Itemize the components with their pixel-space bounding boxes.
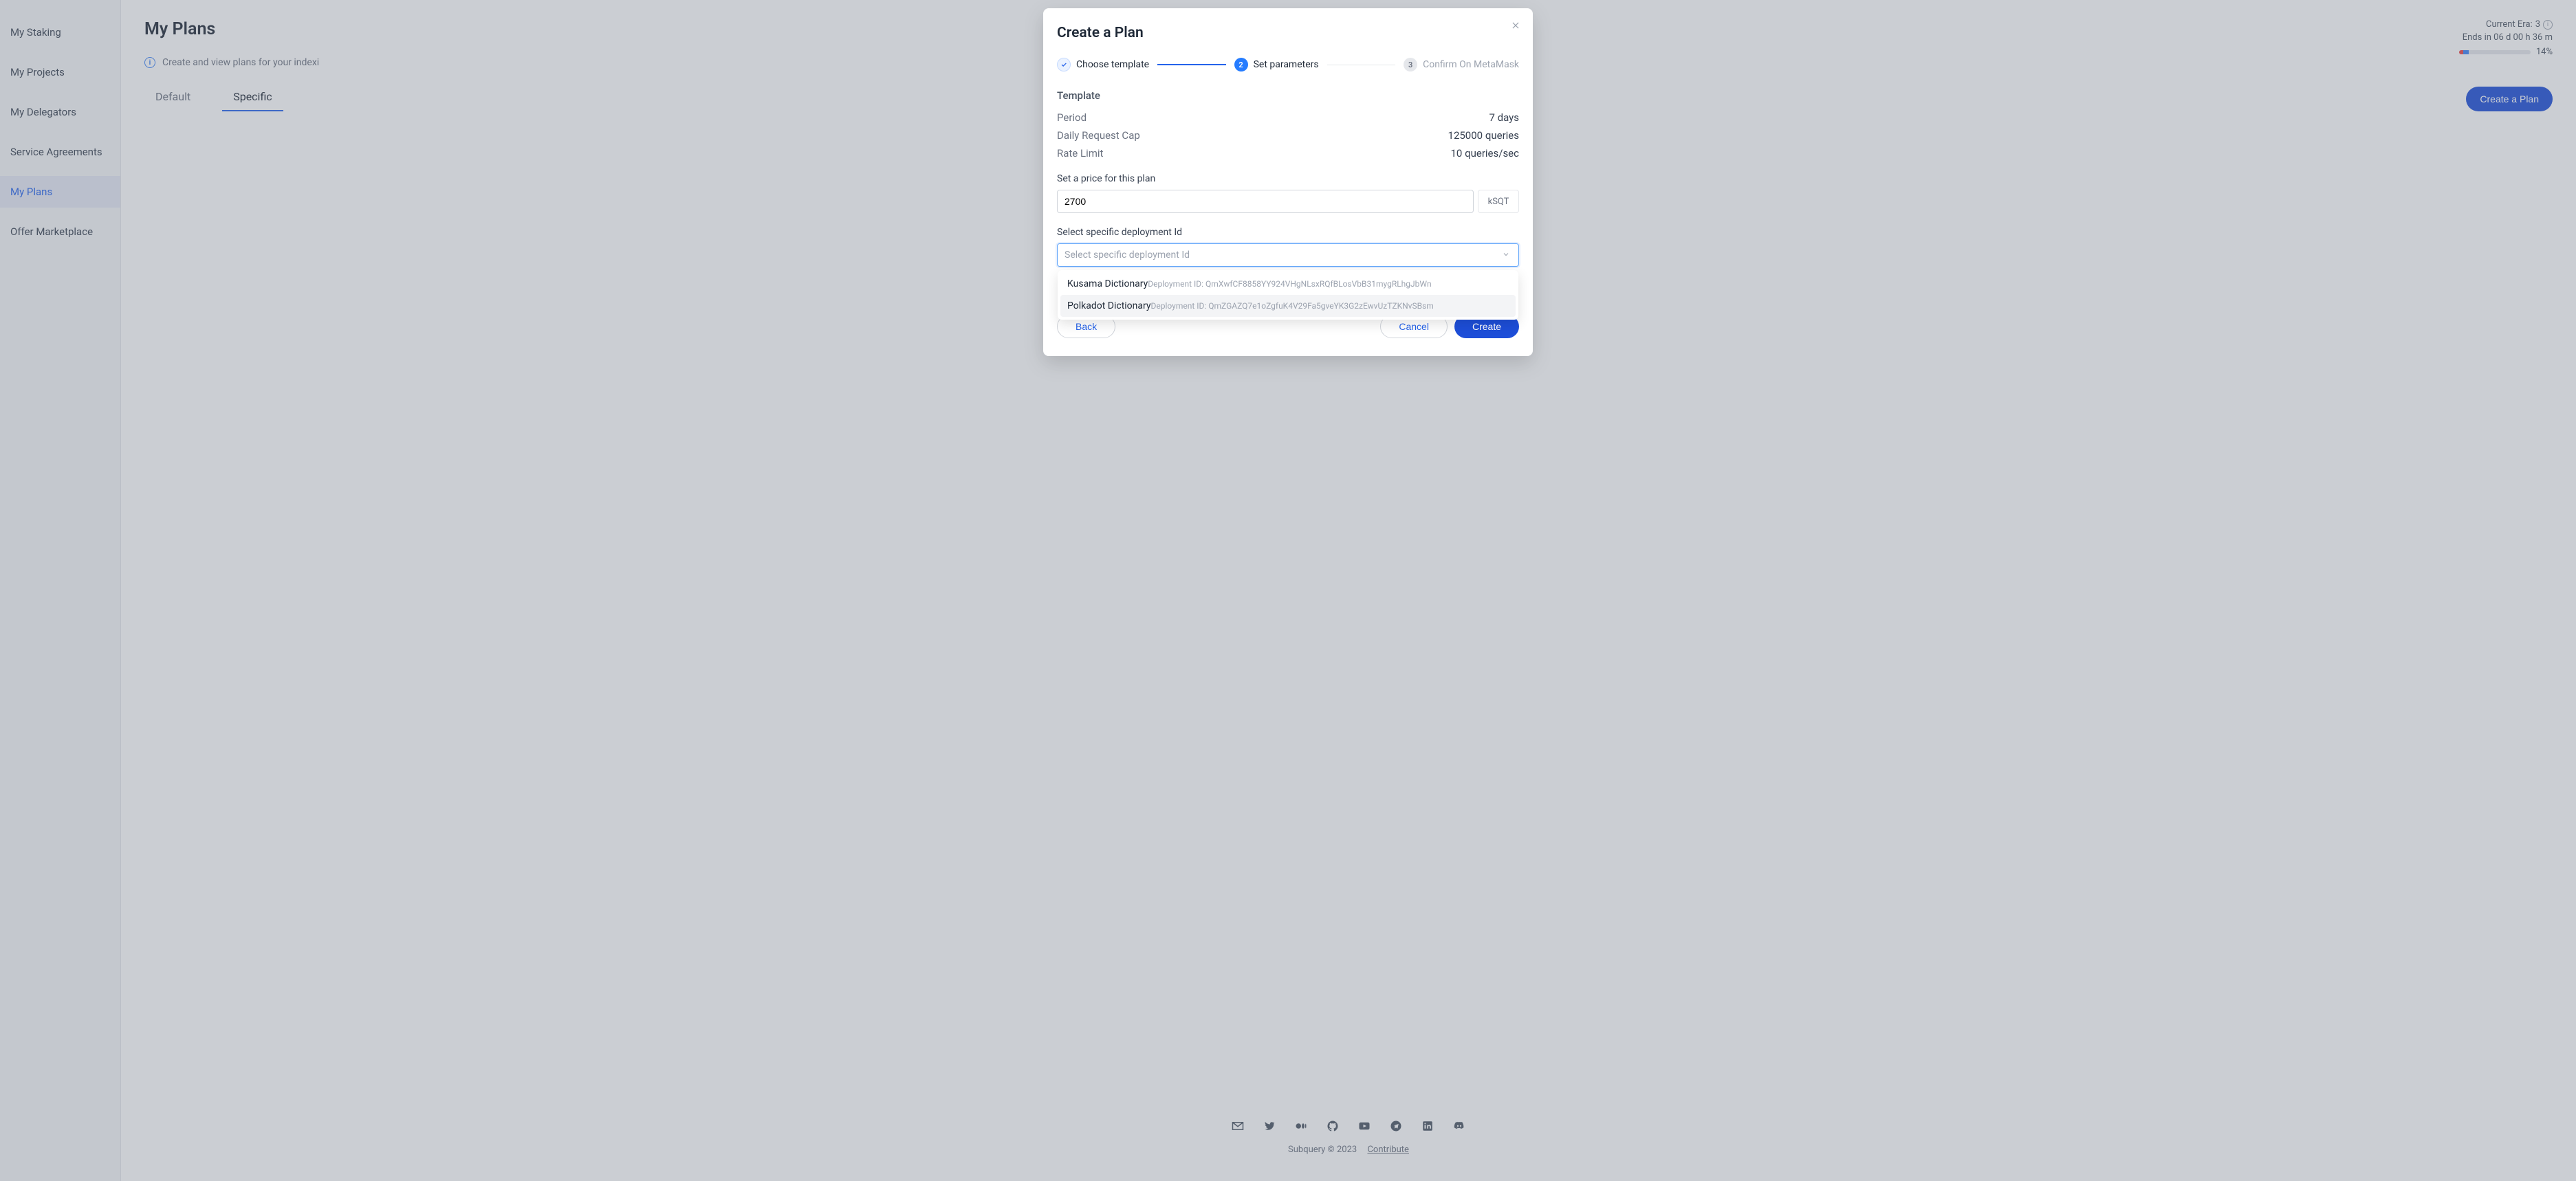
step-connector bbox=[1157, 64, 1225, 65]
template-heading: Template bbox=[1057, 89, 1519, 102]
step-label: Set parameters bbox=[1254, 59, 1319, 70]
step-label: Confirm On MetaMask bbox=[1423, 59, 1519, 70]
button-label: Create bbox=[1472, 321, 1501, 332]
deployment-dropdown: Kusama DictionaryDeployment ID: QmXwfCF8… bbox=[1058, 270, 1518, 320]
daily-cap-value: 125000 queries bbox=[1448, 129, 1519, 142]
deployment-option[interactable]: Polkadot DictionaryDeployment ID: QmZGAZ… bbox=[1060, 295, 1516, 317]
option-name: Polkadot Dictionary bbox=[1067, 300, 1151, 311]
step-number: 2 bbox=[1234, 58, 1248, 71]
period-value: 7 days bbox=[1489, 111, 1520, 124]
deployment-select[interactable]: Select specific deployment Id Kusama Dic… bbox=[1057, 243, 1519, 267]
check-icon bbox=[1057, 58, 1071, 71]
button-label: Cancel bbox=[1399, 321, 1429, 332]
modal-overlay: Create a Plan Choose template 2 Set para… bbox=[0, 0, 2576, 1181]
rate-limit-value: 10 queries/sec bbox=[1451, 147, 1520, 159]
step-label: Choose template bbox=[1076, 59, 1149, 70]
price-suffix: kSQT bbox=[1478, 190, 1519, 213]
create-plan-modal: Create a Plan Choose template 2 Set para… bbox=[1043, 8, 1533, 356]
step-set-parameters: 2 Set parameters bbox=[1234, 58, 1319, 71]
price-input[interactable] bbox=[1057, 190, 1474, 213]
deployment-option[interactable]: Kusama DictionaryDeployment ID: QmXwfCF8… bbox=[1060, 273, 1516, 295]
price-label: Set a price for this plan bbox=[1057, 173, 1519, 184]
step-confirm-metamask: 3 Confirm On MetaMask bbox=[1404, 58, 1519, 71]
option-name: Kusama Dictionary bbox=[1067, 278, 1148, 289]
select-placeholder: Select specific deployment Id bbox=[1065, 250, 1190, 261]
daily-cap-label: Daily Request Cap bbox=[1057, 129, 1140, 142]
modal-title: Create a Plan bbox=[1057, 25, 1519, 41]
stepper: Choose template 2 Set parameters 3 Confi… bbox=[1057, 58, 1519, 71]
step-number: 3 bbox=[1404, 58, 1417, 71]
rate-limit-label: Rate Limit bbox=[1057, 147, 1103, 159]
step-choose-template: Choose template bbox=[1057, 58, 1149, 71]
close-icon[interactable] bbox=[1508, 18, 1523, 33]
option-deployment-id: Deployment ID: QmZGAZQ7e1oZgfuK4V29Fa5gv… bbox=[1151, 301, 1434, 311]
deployment-label: Select specific deployment Id bbox=[1057, 227, 1519, 238]
chevron-down-icon bbox=[1502, 250, 1511, 260]
period-label: Period bbox=[1057, 111, 1087, 124]
button-label: Back bbox=[1076, 321, 1097, 332]
option-deployment-id: Deployment ID: QmXwfCF8858YY924VHgNLsxRQ… bbox=[1148, 279, 1431, 289]
